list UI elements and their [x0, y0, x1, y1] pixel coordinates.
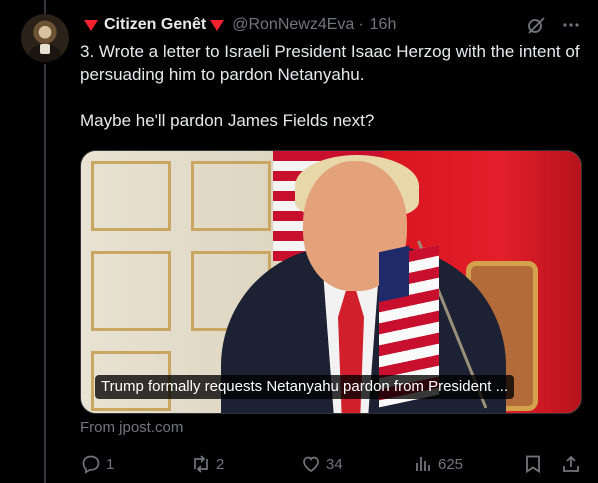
- post-paragraph: Maybe he'll pardon James Fields next?: [80, 111, 375, 130]
- post-paragraph: 3. Wrote a letter to Israeli President I…: [80, 42, 580, 84]
- author-handle[interactable]: @RonNewz4Eva: [232, 16, 354, 34]
- reply-count: 1: [106, 455, 115, 473]
- thread-line-top: [44, 0, 46, 14]
- thread-line: [44, 64, 46, 483]
- author-name[interactable]: Citizen Genêt: [104, 16, 206, 34]
- repost-icon: [190, 453, 212, 475]
- views-button[interactable]: 625: [412, 451, 463, 477]
- repost-count: 2: [216, 455, 225, 473]
- reply-icon: [80, 453, 102, 475]
- share-icon: [560, 453, 582, 475]
- post-text: 3. Wrote a letter to Israeli President I…: [80, 40, 585, 132]
- repost-button[interactable]: 2: [190, 451, 224, 477]
- link-source[interactable]: From jpost.com: [80, 419, 183, 436]
- link-card-caption[interactable]: Trump formally requests Netanyahu pardon…: [95, 375, 515, 399]
- bookmark-icon: [522, 453, 544, 475]
- bookmark-button[interactable]: [522, 451, 544, 477]
- separator-dot: ·: [358, 16, 364, 33]
- red-triangle-icon: [210, 19, 225, 31]
- reply-button[interactable]: 1: [80, 451, 114, 477]
- like-icon: [300, 453, 322, 475]
- like-count: 34: [326, 455, 343, 473]
- desk-flag-canton: [379, 245, 409, 303]
- post-header: Citizen Genêt @RonNewz4Eva · 16h: [80, 14, 396, 36]
- action-bar: 1 2 34 625: [80, 451, 585, 477]
- post-time[interactable]: 16h: [370, 16, 397, 34]
- like-button[interactable]: 34: [300, 451, 343, 477]
- views-icon: [412, 453, 434, 475]
- avatar[interactable]: [21, 14, 69, 62]
- grok-icon[interactable]: [526, 15, 546, 35]
- more-icon[interactable]: [562, 16, 580, 34]
- link-card-image[interactable]: Trump formally requests Netanyahu pardon…: [80, 150, 582, 414]
- views-count: 625: [438, 455, 464, 473]
- post-top-actions: [526, 14, 580, 36]
- share-button[interactable]: [560, 451, 582, 477]
- red-triangle-icon: [84, 19, 98, 31]
